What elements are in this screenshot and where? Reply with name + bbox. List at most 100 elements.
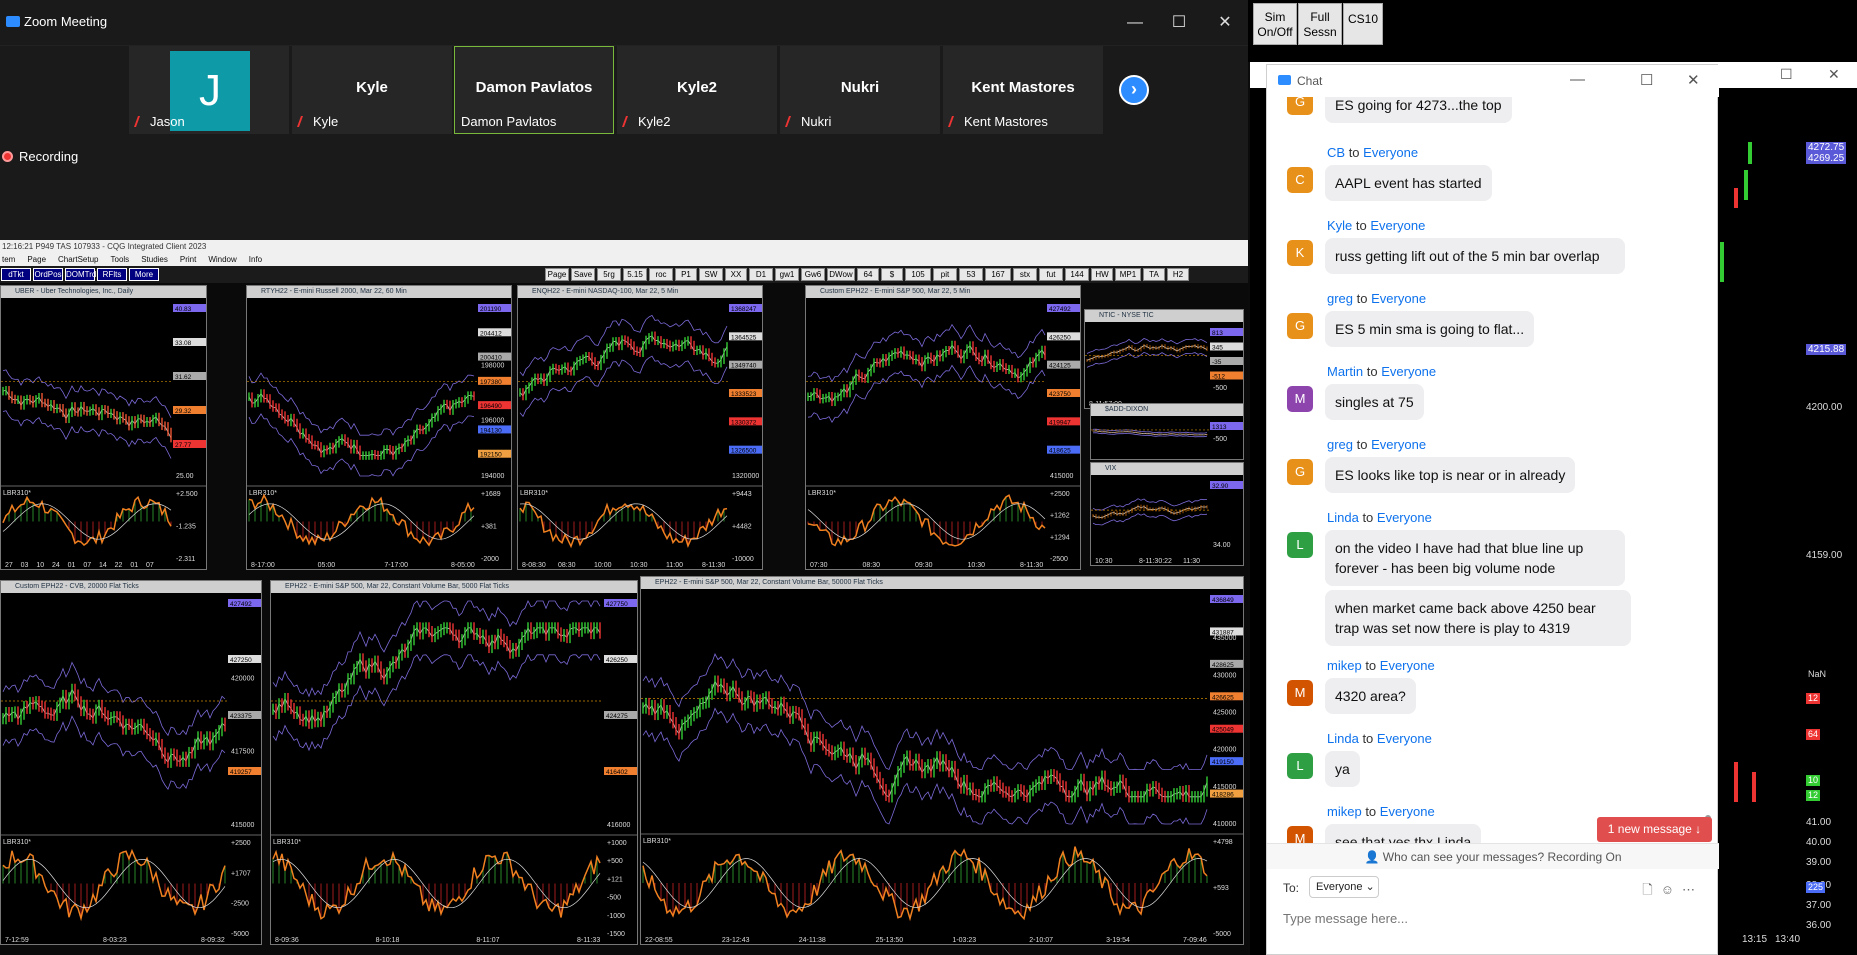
- sim-toggle-button[interactable]: Sim On/Off: [1253, 3, 1297, 45]
- blue-toolbar-button[interactable]: More: [129, 268, 159, 281]
- right-price-label: 4272.75: [1806, 142, 1847, 153]
- toolbar-button[interactable]: roc: [649, 268, 673, 281]
- message-bubble[interactable]: ES looks like top is near or in already: [1325, 457, 1576, 493]
- sender-name[interactable]: greg: [1327, 437, 1353, 452]
- toolbar-button[interactable]: Gw6: [801, 268, 825, 281]
- toolbar-button[interactable]: 5rg: [597, 268, 621, 281]
- toolbar-button[interactable]: HW: [1091, 268, 1113, 281]
- sender-name[interactable]: CB: [1327, 145, 1345, 160]
- chart-window[interactable]: $ADD-DIXON500-5001313: [1090, 403, 1244, 460]
- chat-message-input[interactable]: [1283, 907, 1703, 929]
- toolbar-button[interactable]: D1: [749, 268, 773, 281]
- blue-toolbar-button[interactable]: DOMTrd: [65, 268, 96, 281]
- toolbar-button[interactable]: pit: [933, 268, 957, 281]
- toolbar-button[interactable]: P1: [675, 268, 697, 281]
- participant-tile-kyle[interactable]: Kyle Kyle: [292, 46, 452, 134]
- minimize-button[interactable]: —: [1120, 12, 1150, 34]
- right-maximize-icon[interactable]: ☐: [1780, 66, 1793, 83]
- blue-toolbar-button[interactable]: dTkt: [1, 268, 31, 281]
- chart-window[interactable]: NTIC - NYSE TIC5000-500813345-35-5128-11…: [1084, 309, 1244, 409]
- sender-name[interactable]: mikep: [1327, 658, 1362, 673]
- chat-close-button[interactable]: ✕: [1687, 71, 1700, 89]
- toolbar-button[interactable]: Page: [545, 268, 569, 281]
- maximize-button[interactable]: ☐: [1164, 12, 1194, 34]
- toolbar-button[interactable]: 5.15: [623, 268, 647, 281]
- full-session-button[interactable]: Full Sessn: [1298, 3, 1342, 45]
- menu-item[interactable]: Studies: [141, 255, 168, 264]
- chart-window[interactable]: EPH22 - E-mini S&P 500, Mar 22, Constant…: [640, 576, 1244, 945]
- toolbar-button[interactable]: $: [881, 268, 903, 281]
- participant-tile-nukri[interactable]: Nukri Nukri: [780, 46, 940, 134]
- chat-maximize-button[interactable]: ☐: [1640, 71, 1653, 89]
- toolbar-button[interactable]: DWow: [827, 268, 855, 281]
- toolbar-button[interactable]: MP1: [1115, 268, 1141, 281]
- toolbar-button[interactable]: 64: [857, 268, 879, 281]
- chart-window[interactable]: ENQH22 - E-mini NASDAQ-100, Mar 22, 5 Mi…: [517, 285, 763, 570]
- chat-minimize-button[interactable]: —: [1570, 71, 1585, 88]
- message-bubble[interactable]: russ getting lift out of the 5 min bar o…: [1325, 238, 1625, 274]
- right-price-label: 40.00: [1806, 837, 1832, 848]
- toolbar-button[interactable]: gw1: [775, 268, 799, 281]
- recipient-dropdown[interactable]: Everyone ⌄: [1309, 876, 1379, 898]
- menu-item[interactable]: ChartSetup: [58, 255, 98, 264]
- menu-item[interactable]: Tools: [111, 255, 130, 264]
- toolbar-button[interactable]: 53: [959, 268, 983, 281]
- participant-tile-jason[interactable]: J Jason: [129, 46, 289, 134]
- participant-tile-damon[interactable]: Damon Pavlatos Damon Pavlatos: [454, 46, 614, 134]
- message-bubble[interactable]: AAPL event has started: [1325, 165, 1492, 201]
- next-participants-button[interactable]: ›: [1119, 75, 1149, 105]
- toolbar-button[interactable]: XX: [725, 268, 747, 281]
- participant-tile-kyle2[interactable]: Kyle2 Kyle2: [617, 46, 777, 134]
- message-bubble[interactable]: on the video I have had that blue line u…: [1325, 530, 1625, 586]
- emoji-icon[interactable]: ☺: [1661, 882, 1682, 897]
- sender-name[interactable]: mikep: [1327, 804, 1362, 819]
- time-axis-label: 09:30: [915, 562, 933, 569]
- toolbar-button[interactable]: stx: [1013, 268, 1037, 281]
- blue-toolbar-button[interactable]: OrdPos: [33, 268, 63, 281]
- message-bubble[interactable]: ES 5 min sma is going to flat...: [1325, 311, 1535, 347]
- menu-item[interactable]: Info: [249, 255, 262, 264]
- toolbar-button[interactable]: H2: [1167, 268, 1189, 281]
- toolbar-button[interactable]: SW: [699, 268, 723, 281]
- message-bubble[interactable]: ES going for 4273...the top: [1325, 97, 1512, 123]
- sender-name[interactable]: Linda: [1327, 731, 1359, 746]
- more-icon[interactable]: ⋯: [1682, 882, 1703, 897]
- chart-window[interactable]: UBER - Uber Technologies, Inc., Daily50.…: [0, 285, 207, 570]
- sender-name[interactable]: Linda: [1327, 510, 1359, 525]
- toolbar-button[interactable]: 144: [1065, 268, 1089, 281]
- muted-mic-icon: [784, 116, 799, 127]
- new-message-button[interactable]: 1 new message ↓: [1597, 817, 1712, 842]
- toolbar-button[interactable]: 167: [985, 268, 1011, 281]
- chart-window[interactable]: EPH22 - E-mini S&P 500, Mar 22, Constant…: [270, 580, 638, 945]
- sender-name[interactable]: Martin: [1327, 364, 1363, 379]
- chart-window[interactable]: Custom EPH22 - CVB, 20000 Flat Ticks4250…: [0, 580, 262, 945]
- file-icon[interactable]: 🗋: [1642, 882, 1660, 897]
- message-bubble[interactable]: when market came back above 4250 bear tr…: [1325, 590, 1631, 646]
- toolbar-button[interactable]: TA: [1143, 268, 1165, 281]
- blue-toolbar-button[interactable]: RFlts: [97, 268, 127, 281]
- toolbar-button[interactable]: 105: [905, 268, 931, 281]
- message-bubble[interactable]: ya: [1325, 751, 1360, 787]
- menu-item[interactable]: Page: [27, 255, 46, 264]
- close-button[interactable]: ✕: [1210, 12, 1240, 34]
- toolbar-button[interactable]: Save: [571, 268, 595, 281]
- menu-item[interactable]: Print: [180, 255, 196, 264]
- menu-item[interactable]: Window: [208, 255, 236, 264]
- recording-indicator[interactable]: Recording: [2, 149, 78, 164]
- participant-tile-kent[interactable]: Kent Mastores Kent Mastores: [943, 46, 1103, 134]
- cs10-button[interactable]: CS10: [1343, 3, 1383, 45]
- chat-message-list[interactable]: G ES going for 4273...the top CB to Everyo…: [1267, 97, 1719, 905]
- sender-name[interactable]: Kyle: [1327, 218, 1352, 233]
- chart-window[interactable]: RTYH22 - E-mini Russell 2000, Mar 22, 60…: [246, 285, 512, 570]
- chart-window[interactable]: VIX36.0034.0032.9010:308-11:30:2211:30: [1090, 462, 1244, 566]
- menu-item[interactable]: tem: [2, 255, 15, 264]
- price-axis-label: 415000: [1050, 473, 1073, 480]
- who-can-see-link[interactable]: 👤 Who can see your messages? Recording O…: [1267, 843, 1719, 869]
- message-bubble[interactable]: 4320 area?: [1325, 678, 1416, 714]
- toolbar-button[interactable]: fut: [1039, 268, 1063, 281]
- chart-window[interactable]: Custom EPH22 - E-mini S&P 500, Mar 22, 5…: [805, 285, 1081, 570]
- message-bubble[interactable]: singles at 75: [1325, 384, 1424, 420]
- right-close-icon[interactable]: ✕: [1828, 66, 1840, 83]
- sender-name[interactable]: greg: [1327, 291, 1353, 306]
- participant-name: Kent Mastores: [964, 114, 1048, 129]
